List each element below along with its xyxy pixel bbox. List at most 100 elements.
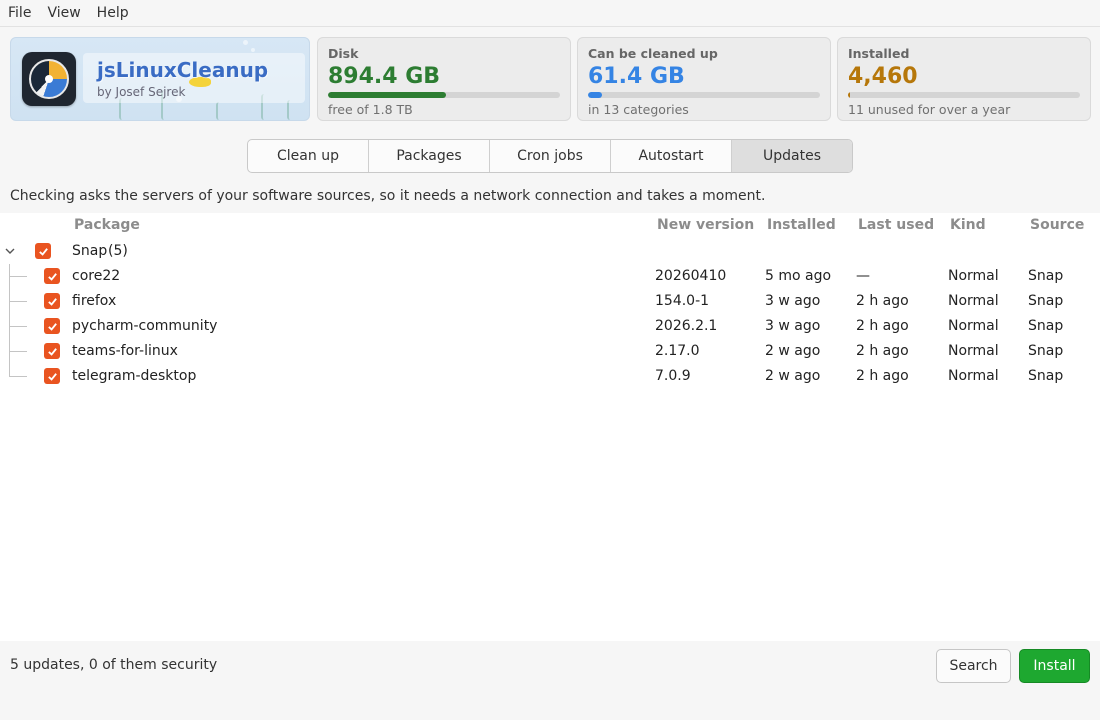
table-row[interactable]: pycharm-community 2026.2.1 3 w ago 2 h a… (0, 314, 1100, 339)
seaweed-decoration (287, 100, 293, 120)
cell-installed: 5 mo ago (765, 268, 832, 284)
cell-new-version: 154.0-1 (655, 293, 710, 309)
app-title: jsLinuxCleanup (97, 58, 269, 82)
cleanable-label: Can be cleaned up (588, 46, 718, 61)
menu-bar: File View Help (0, 0, 1100, 27)
installed-value: 4,460 (848, 64, 918, 89)
tree-guide-line (9, 301, 27, 302)
cleanable-value: 61.4 GB (588, 64, 685, 89)
column-header-installed[interactable]: Installed (767, 217, 836, 233)
table-row[interactable]: teams-for-linux 2.17.0 2 w ago 2 h ago N… (0, 339, 1100, 364)
disk-progress-bar (328, 92, 560, 98)
chevron-down-icon[interactable] (4, 245, 16, 257)
info-notice: Checking asks the servers of your softwa… (10, 188, 766, 204)
bubble-decoration (251, 48, 255, 52)
check-icon (47, 272, 57, 281)
cell-source: Snap (1028, 343, 1064, 359)
check-icon (47, 347, 57, 356)
tab-bar: Clean up Packages Cron jobs Autostart Up… (247, 139, 853, 173)
disk-subtitle: free of 1.8 TB (328, 102, 413, 117)
cell-last-used: 2 h ago (856, 343, 909, 359)
app-author: by Josef Sejrek (97, 85, 186, 99)
disk-label: Disk (328, 46, 359, 61)
cell-installed: 3 w ago (765, 318, 821, 334)
column-header-source[interactable]: Source (1030, 217, 1084, 233)
tab-updates[interactable]: Updates (732, 140, 852, 172)
cell-package: core22 (72, 268, 121, 284)
cell-new-version: 7.0.9 (655, 368, 691, 384)
group-checkbox[interactable] (35, 243, 51, 259)
cell-new-version: 2026.2.1 (655, 318, 718, 334)
bubble-decoration (243, 40, 248, 45)
installed-progress-fill (848, 92, 851, 98)
tree-guide-line (9, 264, 10, 376)
cell-kind: Normal (948, 293, 999, 309)
group-name: Snap (72, 243, 108, 259)
install-button[interactable]: Install (1019, 649, 1090, 683)
menu-file[interactable]: File (8, 5, 31, 21)
cell-last-used: — (856, 268, 870, 284)
row-checkbox[interactable] (44, 318, 60, 334)
cell-installed: 2 w ago (765, 343, 821, 359)
row-checkbox[interactable] (44, 368, 60, 384)
cell-kind: Normal (948, 318, 999, 334)
cleanable-card: Can be cleaned up 61.4 GB in 13 categori… (577, 37, 831, 121)
cell-source: Snap (1028, 268, 1064, 284)
disk-hub (45, 75, 53, 83)
menu-help[interactable]: Help (97, 5, 129, 21)
tree-guide-line (9, 351, 27, 352)
seaweed-decoration (216, 102, 222, 120)
installed-label: Installed (848, 46, 910, 61)
cell-kind: Normal (948, 268, 999, 284)
disk-value: 894.4 GB (328, 64, 441, 89)
cell-source: Snap (1028, 368, 1064, 384)
check-icon (47, 372, 57, 381)
check-icon (47, 322, 57, 331)
cell-package: pycharm-community (72, 318, 218, 334)
disk-progress-fill (328, 92, 447, 98)
cell-package: firefox (72, 293, 117, 309)
cell-new-version: 20260410 (655, 268, 727, 284)
app-logo (22, 52, 76, 106)
cell-source: Snap (1028, 318, 1064, 334)
group-count: (5) (108, 243, 128, 259)
table-row[interactable]: firefox 154.0-1 3 w ago 2 h ago Normal S… (0, 289, 1100, 314)
row-checkbox[interactable] (44, 268, 60, 284)
tab-clean-up[interactable]: Clean up (248, 140, 369, 172)
tab-packages[interactable]: Packages (369, 140, 490, 172)
cell-installed: 2 w ago (765, 368, 821, 384)
tree-guide-line (9, 326, 27, 327)
row-checkbox[interactable] (44, 343, 60, 359)
cell-kind: Normal (948, 368, 999, 384)
tree-guide-line (9, 376, 27, 377)
row-checkbox[interactable] (44, 293, 60, 309)
cell-source: Snap (1028, 293, 1064, 309)
tab-cron-jobs[interactable]: Cron jobs (490, 140, 611, 172)
menu-view[interactable]: View (47, 5, 80, 21)
installed-subtitle: 11 unused for over a year (848, 102, 1011, 117)
cell-new-version: 2.17.0 (655, 343, 700, 359)
installed-progress-bar (848, 92, 1080, 98)
updates-table: Package New version Installed Last used … (0, 213, 1100, 641)
search-button[interactable]: Search (936, 649, 1011, 683)
cell-package: teams-for-linux (72, 343, 178, 359)
check-icon (47, 297, 57, 306)
table-header: Package New version Installed Last used … (0, 217, 1100, 237)
cleanable-subtitle: in 13 categories (588, 102, 689, 117)
group-row-snap[interactable]: Snap (5) (0, 239, 1100, 264)
tab-autostart[interactable]: Autostart (611, 140, 732, 172)
table-row[interactable]: core22 20260410 5 mo ago — Normal Snap (0, 264, 1100, 289)
column-header-new-version[interactable]: New version (657, 217, 754, 233)
cell-package: telegram-desktop (72, 368, 197, 384)
app-banner: jsLinuxCleanup by Josef Sejrek (10, 37, 310, 121)
table-row[interactable]: telegram-desktop 7.0.9 2 w ago 2 h ago N… (0, 364, 1100, 389)
check-icon (38, 247, 48, 256)
tree-guide-line (9, 276, 27, 277)
installed-card: Installed 4,460 11 unused for over a yea… (837, 37, 1091, 121)
column-header-kind[interactable]: Kind (950, 217, 986, 233)
column-header-last-used[interactable]: Last used (858, 217, 934, 233)
cell-installed: 3 w ago (765, 293, 821, 309)
column-header-package[interactable]: Package (74, 217, 140, 233)
status-text: 5 updates, 0 of them security (10, 657, 218, 673)
cell-last-used: 2 h ago (856, 318, 909, 334)
